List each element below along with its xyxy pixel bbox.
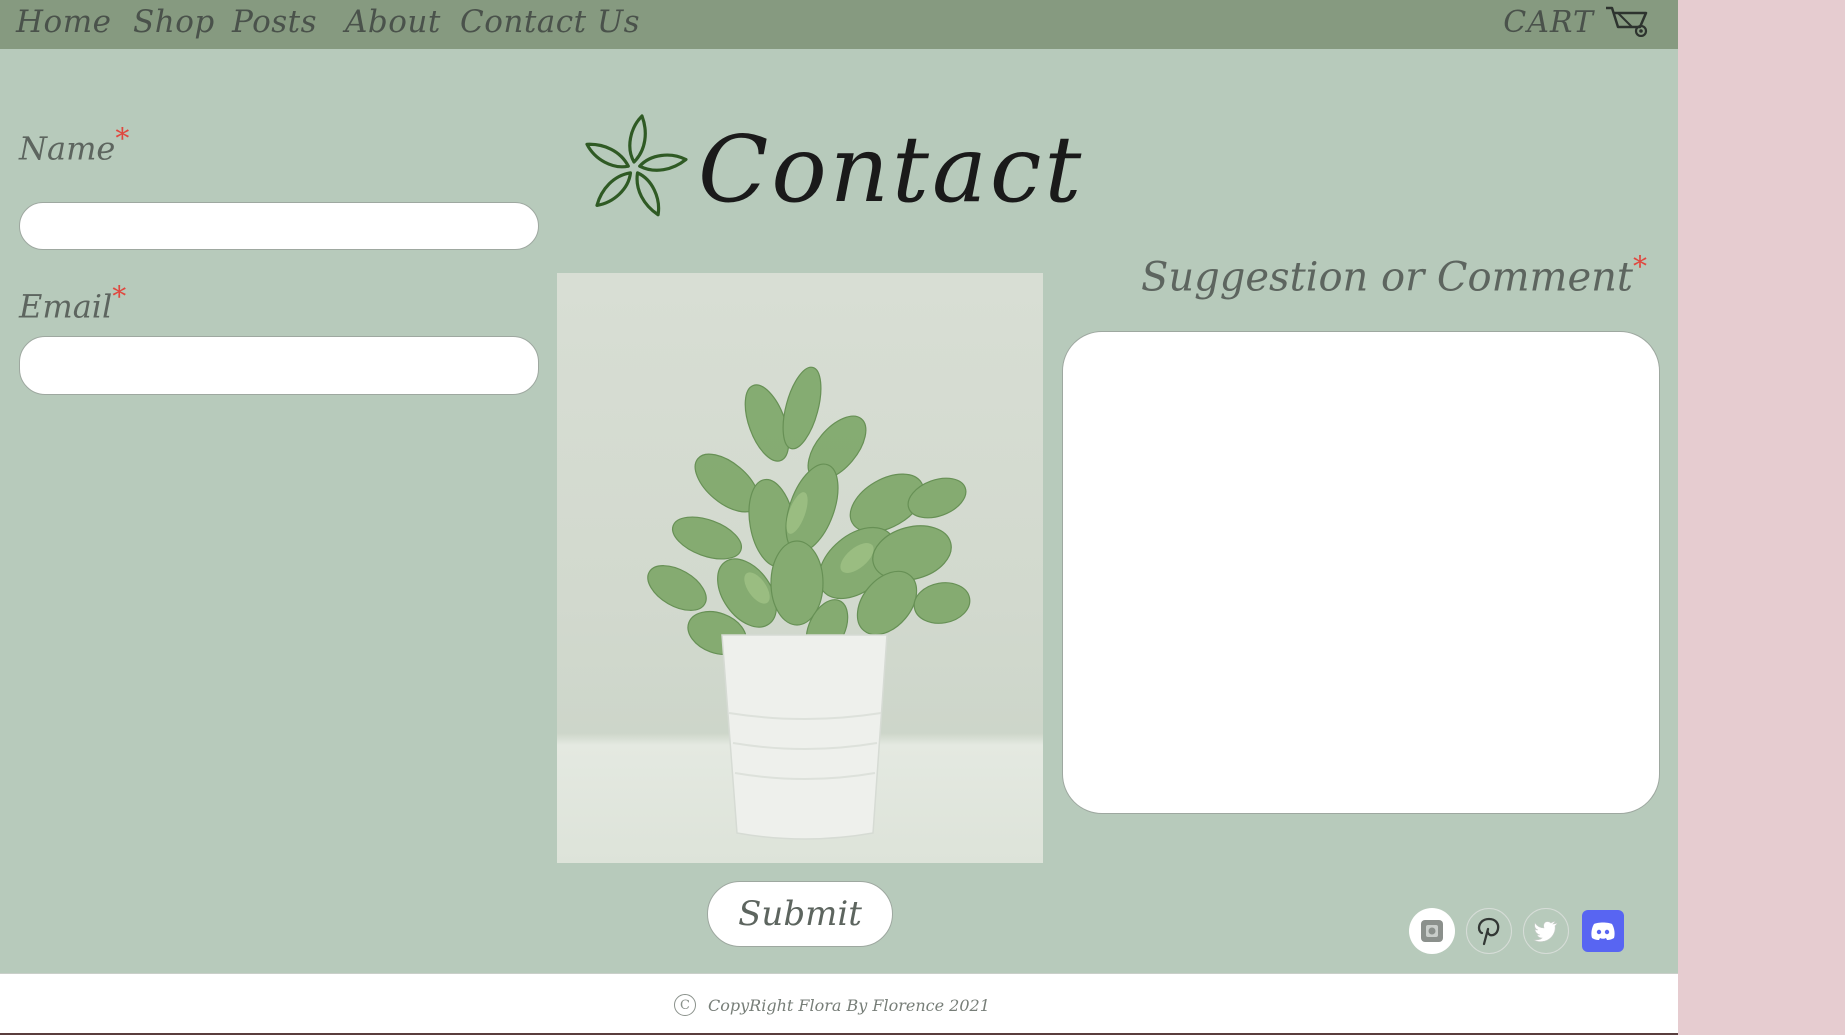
email-label: Email*: [19, 280, 126, 326]
nav-contact-us[interactable]: Contact Us: [460, 4, 640, 40]
nav-home[interactable]: Home: [16, 4, 111, 40]
required-mark: *: [115, 122, 130, 155]
email-input[interactable]: [19, 336, 539, 395]
comment-label-text: Suggestion or Comment: [1141, 254, 1633, 301]
copyright-icon: C: [674, 994, 696, 1016]
discord-icon[interactable]: [1582, 910, 1624, 952]
footer: C CopyRight Flora By Florence 2021: [0, 973, 1678, 1035]
potted-plant-image: [557, 273, 1043, 863]
nav-posts[interactable]: Posts: [232, 4, 317, 40]
name-label-text: Name: [19, 129, 116, 168]
page-title: Contact: [698, 116, 1085, 223]
flower-icon: [576, 110, 692, 230]
top-nav: Home Shop Posts About Contact Us CART: [0, 0, 1678, 49]
nav-about[interactable]: About: [345, 4, 441, 40]
pinterest-icon[interactable]: [1466, 908, 1512, 954]
comment-label: Suggestion or Comment*: [1141, 250, 1647, 300]
contact-heading: Contact: [576, 110, 1084, 230]
nav-shop[interactable]: Shop: [133, 4, 215, 40]
cart-button[interactable]: CART: [1503, 3, 1650, 41]
submit-button[interactable]: Submit: [707, 881, 893, 947]
name-input[interactable]: [19, 202, 539, 250]
required-mark: *: [112, 280, 127, 313]
copyright-text: CopyRight Flora By Florence 2021: [708, 995, 990, 1015]
cart-label: CART: [1503, 4, 1594, 40]
name-label: Name*: [19, 122, 129, 168]
footer-copyright: C CopyRight Flora By Florence 2021: [674, 994, 990, 1016]
required-mark: *: [1632, 250, 1647, 283]
page: Home Shop Posts About Contact Us CART Na…: [0, 0, 1678, 1035]
cart-icon: [1604, 3, 1650, 41]
comment-textarea[interactable]: [1062, 331, 1660, 814]
instagram-icon[interactable]: [1409, 908, 1455, 954]
email-label-text: Email: [19, 287, 113, 326]
twitter-icon[interactable]: [1523, 908, 1569, 954]
